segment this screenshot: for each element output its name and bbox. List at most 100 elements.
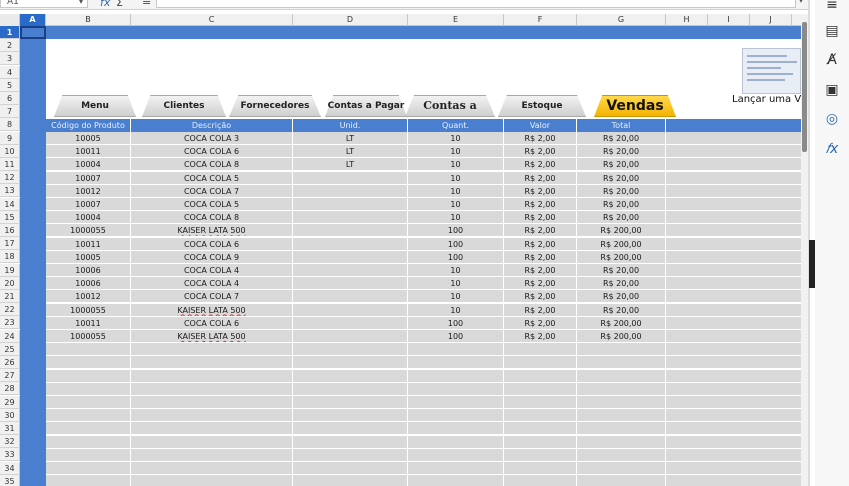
empty-cell[interactable] — [666, 330, 801, 343]
table-cell[interactable]: 10 — [408, 277, 504, 291]
empty-cell[interactable] — [666, 145, 801, 159]
tab-contas-a-receber[interactable]: Contas a Receber — [405, 95, 495, 135]
empty-cell[interactable] — [666, 462, 801, 475]
table-cell[interactable] — [293, 462, 408, 475]
tab-fornecedores[interactable]: Fornecedores — [229, 95, 321, 117]
empty-cell[interactable] — [666, 158, 801, 172]
selected-cell[interactable] — [20, 26, 46, 39]
table-cell[interactable] — [293, 171, 408, 185]
table-cell[interactable]: R$ 20,00 — [577, 145, 666, 159]
empty-cell[interactable] — [666, 237, 801, 251]
table-cell[interactable] — [293, 448, 408, 462]
row-header-4[interactable]: 4 — [0, 65, 20, 79]
table-cell[interactable]: R$ 20,00 — [577, 303, 666, 317]
table-cell[interactable] — [46, 435, 131, 449]
table-cell[interactable] — [46, 422, 131, 436]
functions-icon[interactable]: 𝑓x — [823, 140, 841, 158]
table-cell[interactable]: R$ 20,00 — [577, 290, 666, 304]
table-cell[interactable] — [293, 277, 408, 291]
table-cell[interactable] — [293, 435, 408, 449]
column-header-b[interactable]: B — [46, 14, 131, 26]
table-cell[interactable]: 10 — [408, 198, 504, 211]
table-cell[interactable] — [293, 237, 408, 251]
gallery-icon[interactable]: ▣ — [823, 81, 841, 99]
table-cell[interactable] — [293, 303, 408, 317]
table-cell[interactable] — [504, 343, 577, 357]
expand-formula-icon[interactable]: ▾ — [799, 0, 803, 5]
table-cell[interactable] — [408, 448, 504, 462]
empty-cell[interactable] — [666, 211, 801, 225]
tab-contas-a-pagar[interactable]: Contas a Pagar — [325, 95, 407, 117]
row-header-24[interactable]: 24 — [0, 329, 20, 343]
row-header-15[interactable]: 15 — [0, 210, 20, 224]
table-cell[interactable] — [577, 396, 666, 409]
name-box[interactable]: A1 ▾ — [0, 0, 88, 8]
table-cell[interactable] — [408, 475, 504, 486]
table-cell[interactable] — [293, 224, 408, 238]
column-header-d[interactable]: D — [293, 14, 408, 26]
table-cell[interactable] — [577, 475, 666, 486]
table-cell[interactable] — [131, 369, 293, 383]
table-cell[interactable] — [408, 343, 504, 357]
table-cell[interactable] — [131, 382, 293, 396]
table-cell[interactable]: R$ 2,00 — [504, 184, 577, 198]
navigator-icon[interactable]: ◎ — [823, 110, 841, 128]
table-cell[interactable]: R$ 2,00 — [504, 237, 577, 251]
table-cell[interactable] — [408, 422, 504, 436]
menu-icon[interactable]: ≡ — [823, 0, 841, 14]
table-cell[interactable]: 1000055 — [46, 224, 131, 238]
table-cell[interactable]: 100 — [408, 237, 504, 251]
styles-icon[interactable]: A̸ — [823, 51, 841, 69]
table-cell[interactable]: COCA COLA 4 — [131, 277, 293, 291]
table-cell[interactable]: R$ 200,00 — [577, 237, 666, 251]
table-cell[interactable]: R$ 2,00 — [504, 158, 577, 172]
column-header-j[interactable]: J — [750, 14, 792, 26]
table-cell[interactable] — [408, 396, 504, 409]
table-cell[interactable]: LT — [293, 132, 408, 145]
table-cell[interactable]: R$ 2,00 — [504, 290, 577, 304]
table-cell[interactable] — [577, 409, 666, 423]
table-cell[interactable]: COCA COLA 7 — [131, 290, 293, 304]
table-cell[interactable]: COCA COLA 6 — [131, 145, 293, 159]
table-cell[interactable]: 10005 — [46, 250, 131, 264]
table-cell[interactable] — [577, 462, 666, 475]
table-cell[interactable] — [131, 396, 293, 409]
table-cell[interactable] — [131, 422, 293, 436]
empty-cell[interactable] — [666, 250, 801, 264]
empty-cell[interactable] — [666, 171, 801, 185]
table-cell[interactable]: R$ 2,00 — [504, 171, 577, 185]
row-header-16[interactable]: 16 — [0, 224, 20, 237]
table-cell[interactable]: R$ 2,00 — [504, 303, 577, 317]
table-cell[interactable]: 10004 — [46, 158, 131, 172]
table-cell[interactable] — [504, 448, 577, 462]
table-cell[interactable]: KAISER LATA 500 — [131, 303, 293, 317]
row-header-32[interactable]: 32 — [0, 435, 20, 449]
table-cell[interactable] — [408, 356, 504, 370]
table-cell[interactable] — [293, 409, 408, 423]
empty-cell[interactable] — [666, 475, 801, 486]
table-cell[interactable]: 10 — [408, 290, 504, 304]
row-header-9[interactable]: 9 — [0, 131, 20, 145]
table-cell[interactable] — [577, 382, 666, 396]
empty-cell[interactable] — [666, 369, 801, 383]
empty-cell[interactable] — [666, 132, 801, 145]
table-cell[interactable]: 10011 — [46, 237, 131, 251]
row-header-14[interactable]: 14 — [0, 197, 20, 211]
table-cell[interactable]: 100 — [408, 250, 504, 264]
empty-cell[interactable] — [666, 409, 801, 423]
table-cell[interactable] — [408, 435, 504, 449]
table-cell[interactable]: R$ 200,00 — [577, 330, 666, 343]
table-cell[interactable] — [131, 356, 293, 370]
empty-cell[interactable] — [666, 435, 801, 449]
table-cell[interactable]: 10 — [408, 184, 504, 198]
table-cell[interactable]: R$ 2,00 — [504, 132, 577, 145]
empty-cell[interactable] — [666, 396, 801, 409]
table-cell[interactable] — [504, 369, 577, 383]
table-cell[interactable] — [46, 356, 131, 370]
row-header-12[interactable]: 12 — [0, 171, 20, 185]
table-cell[interactable] — [504, 462, 577, 475]
sum-icon[interactable]: Σ — [116, 0, 123, 9]
table-cell[interactable]: R$ 20,00 — [577, 184, 666, 198]
table-cell[interactable]: R$ 20,00 — [577, 211, 666, 225]
chevron-down-icon[interactable]: ▾ — [79, 0, 83, 7]
